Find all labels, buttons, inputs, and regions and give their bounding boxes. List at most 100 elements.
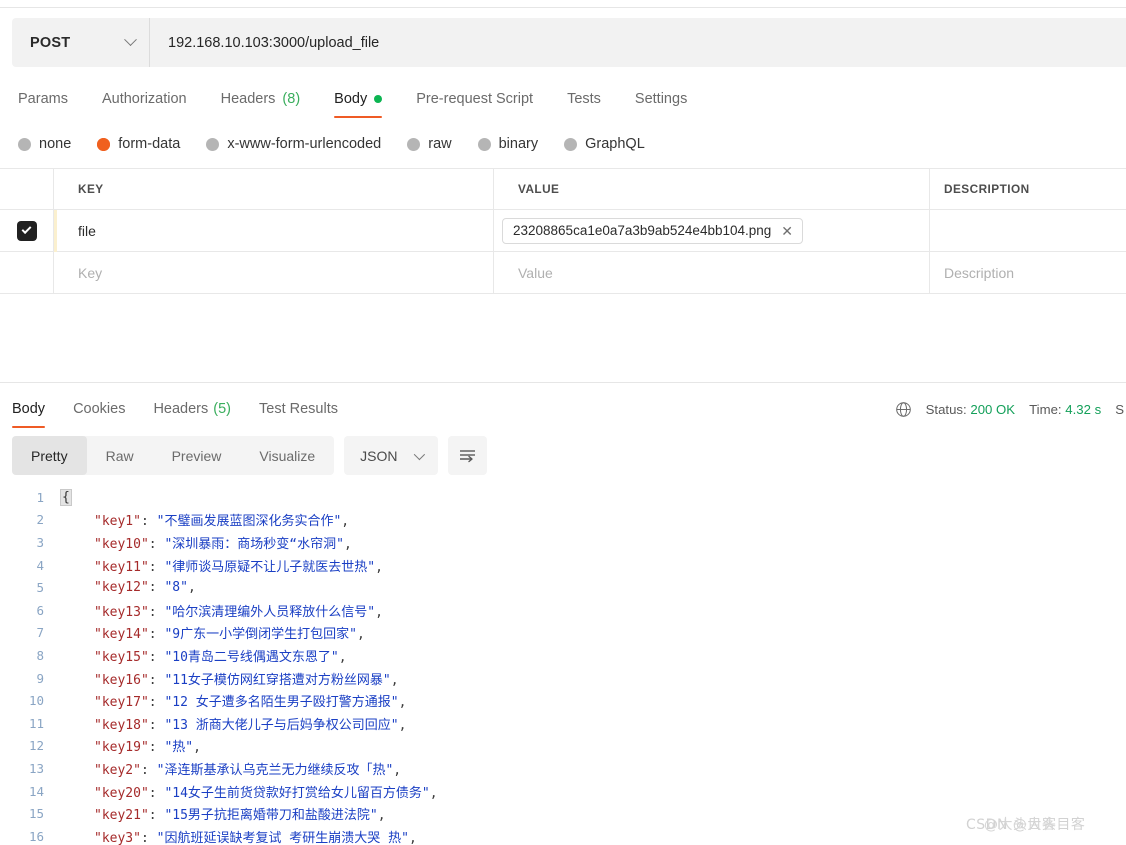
json-key: "key21"	[94, 808, 149, 824]
row-checkbox-cell[interactable]	[0, 210, 54, 251]
json-comma: ,	[393, 762, 402, 778]
response-tab-headers[interactable]: Headers (5)	[153, 390, 231, 428]
body-type-form-data[interactable]: form-data	[97, 136, 180, 152]
body-type-graphql[interactable]: GraphQL	[564, 136, 645, 152]
form-data-table: KEY VALUE DESCRIPTION file 23208865ca1e0…	[0, 168, 1126, 294]
empty-description-cell[interactable]: Description	[930, 252, 1126, 293]
response-divider	[0, 382, 1126, 383]
response-tab-test-results[interactable]: Test Results	[259, 390, 338, 428]
view-mode-raw[interactable]: Raw	[87, 436, 153, 475]
response-tab-cookies[interactable]: Cookies	[73, 390, 125, 428]
json-key: "key20"	[94, 785, 149, 801]
empty-value-cell[interactable]: Value	[494, 252, 930, 293]
json-colon: :	[148, 695, 165, 711]
line-number: 1	[36, 489, 44, 505]
line-number: 13	[28, 760, 44, 776]
json-comma: ,	[429, 785, 438, 801]
json-key: "key19"	[94, 740, 149, 756]
code-line-content: "key11": "律师谈马原疑不让儿子就医去世热",	[56, 556, 383, 575]
body-type-form-data-label: form-data	[118, 136, 181, 152]
json-comma: ,	[375, 604, 383, 620]
json-colon: :	[148, 808, 165, 824]
row-description-cell[interactable]	[930, 210, 1126, 251]
checkbox-checked-icon[interactable]	[16, 220, 37, 241]
key-placeholder: Key	[78, 264, 103, 281]
json-colon: :	[148, 740, 165, 756]
json-value: "14女子生前货贷款好打赏给女儿留百方债务"	[164, 785, 430, 801]
body-type-graphql-label: GraphQL	[585, 136, 645, 152]
json-key: "key1"	[94, 514, 141, 530]
column-header-value: VALUE	[518, 182, 560, 196]
tab-body-underline	[334, 115, 383, 118]
response-code-viewer[interactable]: 1{2 "key1": "不璧画发展蓝图深化务实合作", 3 "key10": "深圳…	[0, 486, 1126, 845]
json-value: "9广东一小学倒闭学生打包回家"	[164, 627, 357, 643]
row-value-cell[interactable]: 23208865ca1e0a7a3b9ab524e4bb104.png ✕	[494, 210, 930, 251]
code-line: 2 "key1": "不璧画发展蓝图深化务实合作",	[0, 509, 1126, 532]
json-key: "key13"	[94, 604, 149, 620]
view-mode-preview[interactable]: Preview	[153, 436, 241, 475]
url-input[interactable]: 192.168.10.103:3000/upload_file	[150, 18, 1126, 67]
row-key-cell[interactable]: file	[54, 210, 494, 251]
word-wrap-button[interactable]	[447, 436, 487, 475]
tab-headers[interactable]: Headers (8)	[221, 80, 319, 118]
json-colon: :	[148, 649, 165, 665]
http-method-label: POST	[30, 34, 71, 51]
code-line: 11 "key18": "13 浙商大佬儿子与后妈争权公司回应",	[0, 712, 1126, 735]
tab-body[interactable]: Body	[334, 80, 400, 118]
line-number: 2	[36, 512, 44, 528]
body-type-raw[interactable]: raw	[407, 136, 452, 152]
view-mode-visualize[interactable]: Visualize	[240, 436, 334, 475]
status-group[interactable]: Status: 200 OK	[926, 402, 1015, 417]
line-number: 5	[36, 580, 44, 596]
json-comma: ,	[343, 536, 352, 552]
response-tab-body[interactable]: Body	[12, 390, 46, 428]
view-mode-pretty[interactable]: Pretty	[12, 436, 87, 475]
close-icon[interactable]: ✕	[781, 224, 793, 238]
code-line: 5 "key12": "8",	[0, 576, 1126, 599]
response-format-dropdown[interactable]: JSON	[344, 436, 438, 475]
column-header-description: DESCRIPTION	[944, 182, 1030, 196]
line-number: 3	[36, 534, 44, 550]
file-chip[interactable]: 23208865ca1e0a7a3b9ab524e4bb104.png ✕	[502, 217, 804, 244]
body-type-none[interactable]: none	[18, 136, 71, 152]
json-value: "8"	[164, 580, 188, 596]
http-method-dropdown[interactable]: POST	[12, 18, 150, 67]
tab-authorization[interactable]: Authorization	[102, 80, 205, 118]
code-line-content: "key16": "11女子模仿网红穿搭遭对方粉丝网暴",	[56, 669, 399, 688]
tab-tests[interactable]: Tests	[567, 80, 619, 118]
code-line: 3 "key10": "深圳暴雨：商场秒变“水帘洞",	[0, 531, 1126, 554]
description-placeholder: Description	[944, 264, 1015, 281]
code-line-content: "key12": "8",	[56, 580, 196, 595]
globe-icon[interactable]	[895, 401, 912, 418]
json-value: "热"	[164, 740, 194, 756]
json-key: "key11"	[94, 559, 149, 575]
response-view-mode-group: Pretty Raw Preview Visualize	[12, 436, 335, 475]
line-number: 16	[28, 828, 44, 844]
view-mode-raw-label: Raw	[105, 447, 134, 464]
json-comma: ,	[390, 672, 399, 688]
time-group[interactable]: Time: 4.32 s	[1029, 402, 1101, 417]
json-key: "key12"	[94, 580, 149, 596]
tab-params[interactable]: Params	[18, 80, 86, 118]
tab-settings[interactable]: Settings	[635, 80, 705, 118]
radio-icon	[407, 137, 421, 151]
json-value: "15男子抗拒离婚带刀和盐酸进法院"	[164, 808, 378, 824]
json-value: "深圳暴雨：商场秒变“水帘洞"	[164, 536, 344, 552]
body-type-binary-label: binary	[498, 136, 539, 152]
line-number: 11	[28, 715, 44, 731]
chevron-down-icon	[413, 448, 425, 460]
request-url-bar: POST 192.168.10.103:3000/upload_file	[12, 18, 1126, 67]
tab-authorization-label: Authorization	[101, 91, 187, 107]
line-number: 15	[28, 806, 44, 822]
tab-pre-request-script[interactable]: Pre-request Script	[416, 80, 551, 118]
json-value: "律师谈马原疑不让儿子就医去世热"	[164, 559, 376, 575]
view-mode-visualize-label: Visualize	[259, 447, 316, 464]
json-key: "key17"	[94, 695, 149, 711]
body-type-raw-label: raw	[428, 136, 452, 152]
body-type-x-www-form-urlencoded[interactable]: x-www-form-urlencoded	[206, 136, 381, 152]
body-type-binary[interactable]: binary	[477, 136, 539, 152]
status-value: 200 OK	[970, 401, 1016, 417]
empty-key-cell[interactable]: Key	[54, 252, 494, 293]
response-tab-body-underline	[12, 425, 46, 428]
code-line: 9 "key16": "11女子模仿网红穿搭遭对方粉丝网暴",	[0, 667, 1126, 690]
